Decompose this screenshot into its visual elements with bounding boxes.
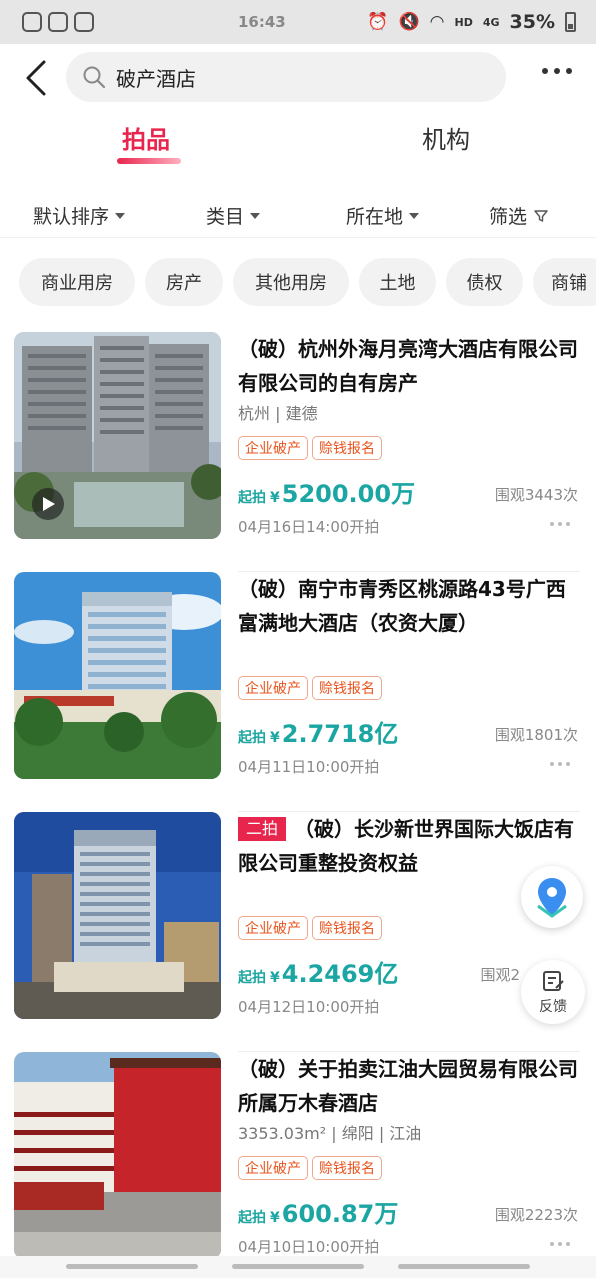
item-start-time: 04月10日10:00开拍 bbox=[238, 1238, 380, 1256]
item-thumbnail bbox=[14, 572, 221, 779]
list-item[interactable]: （破）南宁市青秀区桃源路43号广西富满地大酒店（农资大厦） 企业破产 赊钱报名 … bbox=[0, 572, 596, 812]
filter-bar: 默认排序 类目 所在地 筛选 bbox=[0, 190, 596, 238]
item-location: 杭州 | 建德 bbox=[238, 404, 318, 423]
round-badge: 二拍 bbox=[238, 817, 287, 841]
nav-handle[interactable] bbox=[66, 1264, 198, 1269]
tab-institutions[interactable]: 机构 bbox=[422, 120, 470, 155]
result-tabs: 拍品 机构 bbox=[0, 112, 596, 172]
battery-text: 35% bbox=[509, 11, 555, 33]
hd-label: HD bbox=[454, 15, 473, 29]
chip-real-estate[interactable]: 房产 bbox=[145, 258, 223, 306]
tag-bankruptcy: 企业破产 bbox=[238, 916, 308, 940]
app-notification-icon bbox=[74, 12, 94, 32]
feedback-button[interactable]: 反馈 bbox=[521, 960, 585, 1024]
chip-shop[interactable]: 商铺 bbox=[533, 258, 596, 306]
tag-credit-signup: 赊钱报名 bbox=[312, 436, 382, 460]
map-pin-icon bbox=[537, 878, 567, 918]
more-options-icon[interactable] bbox=[550, 522, 570, 526]
status-bar: 16:43 ⏰ 🔇 ◠ HD 4G 35% bbox=[0, 0, 596, 44]
item-start-time: 04月12日10:00开拍 bbox=[238, 998, 380, 1016]
chip-other-housing[interactable]: 其他用房 bbox=[233, 258, 349, 306]
item-location: 3353.03m² | 绵阳 | 江油 bbox=[238, 1124, 422, 1143]
item-price: 起拍 ¥ 5200.00万 bbox=[238, 480, 416, 508]
filter-sort-label: 默认排序 bbox=[33, 206, 110, 228]
chevron-down-icon bbox=[409, 212, 420, 219]
search-icon bbox=[83, 66, 106, 89]
filter-screen-label: 筛选 bbox=[489, 206, 528, 228]
tag-bankruptcy: 企业破产 bbox=[238, 436, 308, 460]
category-chips: 商业用房 房产 其他用房 土地 债权 商铺 bbox=[19, 258, 596, 306]
item-views: 围观2223次 bbox=[494, 1206, 578, 1224]
search-query: 破产酒店 bbox=[116, 66, 196, 91]
list-item[interactable]: 二拍 （破）长沙新世界国际大饭店有限公司重整投资权益 企业破产 赊钱报名 起拍 ¥… bbox=[0, 812, 596, 1052]
system-nav-bar bbox=[0, 1256, 596, 1278]
list-item[interactable]: （破）杭州外海月亮湾大酒店有限公司有限公司的自有房产 杭州 | 建德 企业破产 … bbox=[0, 332, 596, 572]
feedback-label: 反馈 bbox=[539, 999, 567, 1015]
tag-credit-signup: 赊钱报名 bbox=[312, 676, 382, 700]
tag-credit-signup: 赊钱报名 bbox=[312, 916, 382, 940]
wifi-icon: ◠ bbox=[429, 12, 445, 32]
item-start-time: 04月11日10:00开拍 bbox=[238, 758, 380, 776]
gallery-icon bbox=[48, 12, 68, 32]
tag-bankruptcy: 企业破产 bbox=[238, 676, 308, 700]
chevron-down-icon bbox=[250, 212, 261, 219]
more-options-icon[interactable] bbox=[550, 1242, 570, 1246]
chevron-down-icon bbox=[115, 212, 126, 219]
notification-icon bbox=[22, 12, 42, 32]
battery-icon bbox=[565, 12, 576, 32]
item-views: 围观1801次 bbox=[494, 726, 578, 744]
filter-category[interactable]: 类目 bbox=[206, 202, 261, 229]
back-icon[interactable] bbox=[22, 58, 50, 98]
alarm-icon: ⏰ bbox=[367, 12, 389, 32]
more-options-icon[interactable] bbox=[550, 762, 570, 766]
network-label: 4G bbox=[482, 15, 500, 29]
item-views: 围观2 bbox=[480, 966, 520, 984]
filter-location-label: 所在地 bbox=[346, 206, 404, 228]
map-button[interactable] bbox=[521, 866, 583, 928]
chip-commercial-housing[interactable]: 商业用房 bbox=[19, 258, 135, 306]
item-thumbnail bbox=[14, 812, 221, 1019]
filter-sort[interactable]: 默认排序 bbox=[33, 202, 126, 229]
search-header: 破产酒店 bbox=[0, 44, 596, 112]
tag-bankruptcy: 企业破产 bbox=[238, 1156, 308, 1180]
more-menu-icon[interactable] bbox=[542, 68, 572, 74]
item-price: 起拍 ¥ 600.87万 bbox=[238, 1200, 399, 1228]
item-price: 起拍 ¥ 4.2469亿 bbox=[238, 960, 399, 988]
item-price: 起拍 ¥ 2.7718亿 bbox=[238, 720, 399, 748]
item-thumbnail bbox=[14, 1052, 221, 1259]
nav-handle[interactable] bbox=[398, 1264, 530, 1269]
edit-note-icon bbox=[543, 971, 564, 991]
item-start-time: 04月16日14:00开拍 bbox=[238, 518, 380, 536]
chip-debt[interactable]: 债权 bbox=[446, 258, 523, 306]
search-input[interactable]: 破产酒店 bbox=[66, 52, 506, 102]
item-title: （破）南宁市青秀区桃源路43号广西富满地大酒店（农资大厦） bbox=[238, 577, 566, 635]
tab-items[interactable]: 拍品 bbox=[122, 120, 170, 155]
nav-handle[interactable] bbox=[232, 1264, 364, 1269]
filter-screen[interactable]: 筛选 bbox=[489, 202, 549, 229]
funnel-icon bbox=[534, 209, 548, 222]
item-views: 围观3443次 bbox=[494, 486, 578, 504]
active-tab-indicator bbox=[117, 158, 181, 164]
status-time: 16:43 bbox=[238, 13, 286, 31]
item-thumbnail bbox=[14, 332, 221, 539]
chip-land[interactable]: 土地 bbox=[359, 258, 436, 306]
filter-location[interactable]: 所在地 bbox=[346, 202, 420, 229]
mute-icon: 🔇 bbox=[398, 12, 420, 32]
list-item[interactable]: （破）关于拍卖江油大园贸易有限公司所属万木春酒店 3353.03m² | 绵阳 … bbox=[0, 1052, 596, 1278]
item-title: （破）杭州外海月亮湾大酒店有限公司有限公司的自有房产 bbox=[238, 337, 578, 395]
filter-category-label: 类目 bbox=[206, 206, 245, 228]
item-title: （破）关于拍卖江油大园贸易有限公司所属万木春酒店 bbox=[238, 1057, 578, 1115]
tag-credit-signup: 赊钱报名 bbox=[312, 1156, 382, 1180]
